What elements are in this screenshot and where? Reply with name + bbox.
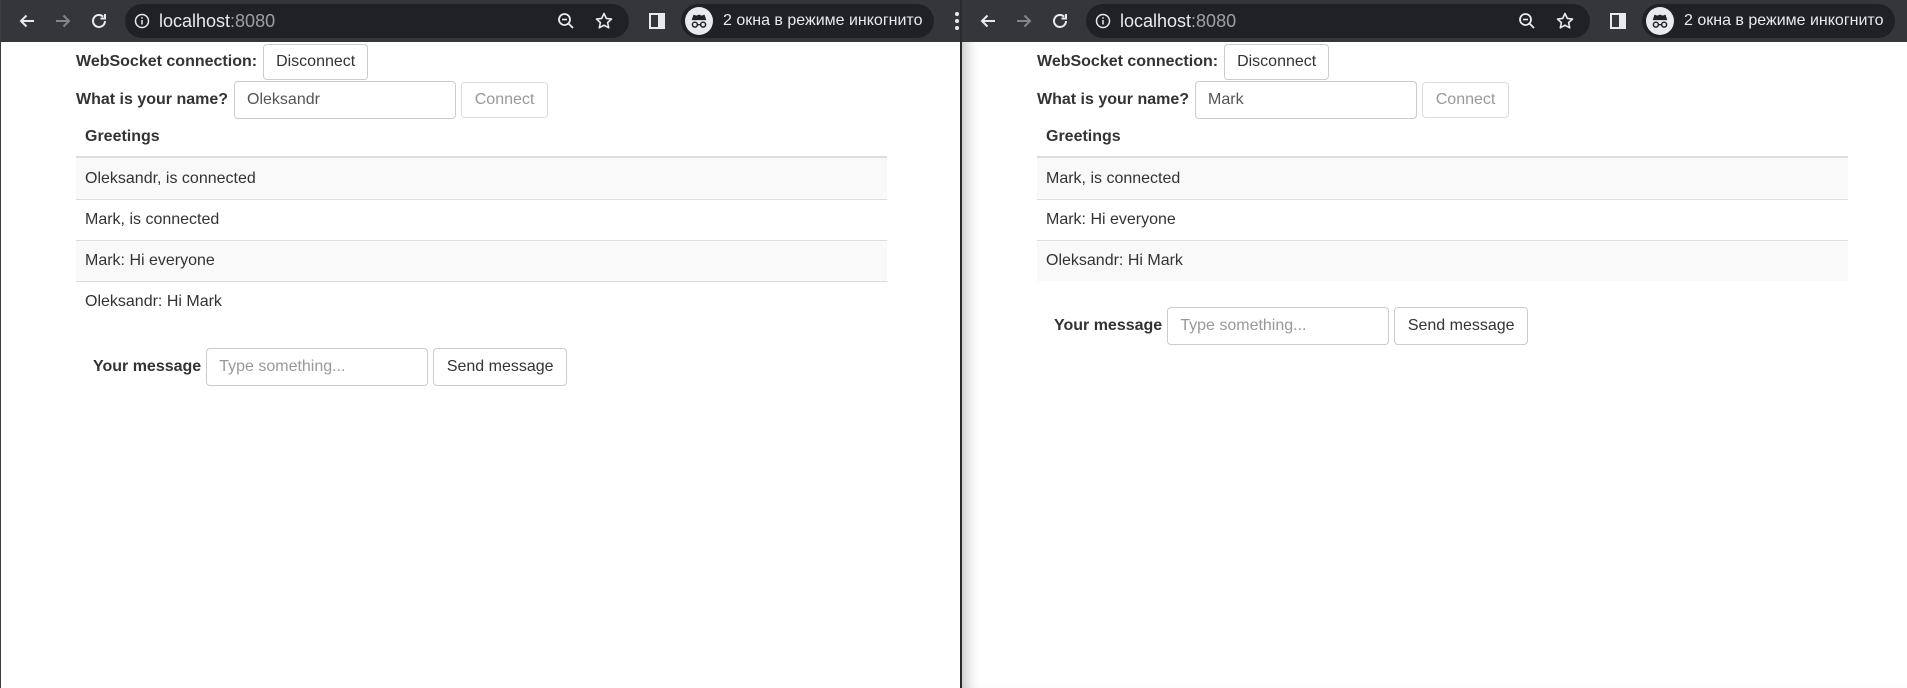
table-row: Mark: Hi everyone	[76, 240, 887, 281]
name-label: What is your name?	[1037, 91, 1190, 108]
site-info-button[interactable]	[125, 4, 159, 38]
message-input[interactable]: Type something...	[206, 348, 429, 386]
reload-icon	[1053, 14, 1067, 28]
browser-window-right: localhost:8080 2 окна в режиме инкогнито…	[960, 0, 1907, 688]
websocket-label: WebSocket connection:	[1037, 53, 1219, 70]
table-row: Mark, is connected	[76, 199, 887, 240]
page-content: WebSocket connection: Disconnect What is…	[962, 42, 1907, 688]
reload-button[interactable]	[1042, 3, 1078, 39]
site-info-icon	[1095, 13, 1111, 29]
incognito-indicator[interactable]: 2 окна в режиме инкогнито	[681, 4, 935, 38]
forward-button[interactable]	[45, 3, 81, 39]
name-label: What is your name?	[76, 91, 229, 108]
side-panel-button[interactable]	[639, 3, 675, 39]
websocket-row: WebSocket connection: Disconnect	[1037, 44, 1330, 80]
side-panel-icon	[1610, 13, 1626, 29]
back-button[interactable]	[970, 3, 1006, 39]
bookmark-button[interactable]	[585, 4, 623, 38]
table-row: Oleksandr, is connected	[76, 158, 887, 199]
websocket-label: WebSocket connection:	[76, 53, 258, 70]
side-panel-icon	[649, 13, 665, 29]
disconnect-button[interactable]: Disconnect	[1224, 44, 1330, 80]
bookmark-star-icon	[1556, 12, 1574, 29]
table-header: Greetings	[1037, 118, 1848, 158]
screen: localhost:8080 2 окна в режиме инкогнито…	[0, 0, 1907, 688]
site-info-button[interactable]	[1086, 4, 1120, 38]
browser-window-left: localhost:8080 2 окна в режиме инкогнито…	[0, 0, 960, 688]
message-label: Your message	[93, 358, 202, 375]
zoom-button[interactable]	[547, 4, 585, 38]
back-button[interactable]	[9, 3, 45, 39]
more-menu-button[interactable]	[942, 3, 960, 39]
forward-arrow-icon	[56, 14, 71, 28]
browser-toolbar: localhost:8080 2 окна в режиме инкогнито	[1, 0, 960, 42]
table-header: Greetings	[76, 118, 887, 158]
table-row: Oleksandr: Hi Mark	[1037, 240, 1848, 281]
incognito-icon	[691, 14, 707, 28]
zoom-icon	[558, 13, 574, 29]
url-text: localhost:8080	[159, 10, 276, 31]
address-bar[interactable]: localhost:8080	[1086, 4, 1590, 38]
page-content: WebSocket connection: Disconnect What is…	[1, 42, 960, 688]
browser-toolbar: localhost:8080 2 окна в режиме инкогнито	[962, 0, 1907, 42]
forward-button[interactable]	[1006, 3, 1042, 39]
incognito-indicator[interactable]: 2 окна в режиме инкогнито	[1642, 4, 1896, 38]
back-arrow-icon	[980, 14, 995, 28]
name-row: What is your name? Mark Connect	[1037, 81, 1510, 119]
send-message-button[interactable]: Send message	[1394, 307, 1529, 345]
message-row: Your message Type something... Send mess…	[93, 348, 568, 386]
send-message-button[interactable]: Send message	[433, 348, 568, 386]
zoom-icon	[1519, 13, 1535, 29]
reload-button[interactable]	[81, 3, 117, 39]
more-menu-button[interactable]	[1903, 3, 1907, 39]
reload-icon	[92, 14, 106, 28]
incognito-label: 2 окна в режиме инкогнито	[1684, 12, 1884, 29]
connect-button[interactable]: Connect	[1422, 82, 1510, 118]
forward-arrow-icon	[1017, 14, 1032, 28]
connect-button[interactable]: Connect	[461, 82, 549, 118]
table-row: Mark, is connected	[1037, 158, 1848, 199]
name-input[interactable]: Mark	[1195, 81, 1418, 119]
message-input[interactable]: Type something...	[1167, 307, 1390, 345]
address-bar[interactable]: localhost:8080	[125, 4, 629, 38]
message-label: Your message	[1054, 317, 1163, 334]
name-row: What is your name? Oleksandr Connect	[76, 81, 549, 119]
side-panel-button[interactable]	[1600, 3, 1636, 39]
message-row: Your message Type something... Send mess…	[1054, 307, 1529, 345]
greetings-table: Greetings Oleksandr, is connected Mark, …	[76, 118, 887, 322]
websocket-row: WebSocket connection: Disconnect	[76, 44, 369, 80]
bookmark-button[interactable]	[1546, 4, 1584, 38]
table-row: Mark: Hi everyone	[1037, 199, 1848, 240]
incognito-label: 2 окна в режиме инкогнито	[723, 12, 923, 29]
site-info-icon	[134, 13, 150, 29]
greetings-table: Greetings Mark, is connected Mark: Hi ev…	[1037, 118, 1848, 281]
back-arrow-icon	[19, 14, 34, 28]
incognito-icon	[1652, 14, 1668, 28]
bookmark-star-icon	[595, 12, 613, 29]
name-input[interactable]: Oleksandr	[234, 81, 457, 119]
disconnect-button[interactable]: Disconnect	[263, 44, 369, 80]
url-text: localhost:8080	[1120, 10, 1237, 31]
table-row: Oleksandr: Hi Mark	[76, 281, 887, 322]
zoom-button[interactable]	[1508, 4, 1546, 38]
